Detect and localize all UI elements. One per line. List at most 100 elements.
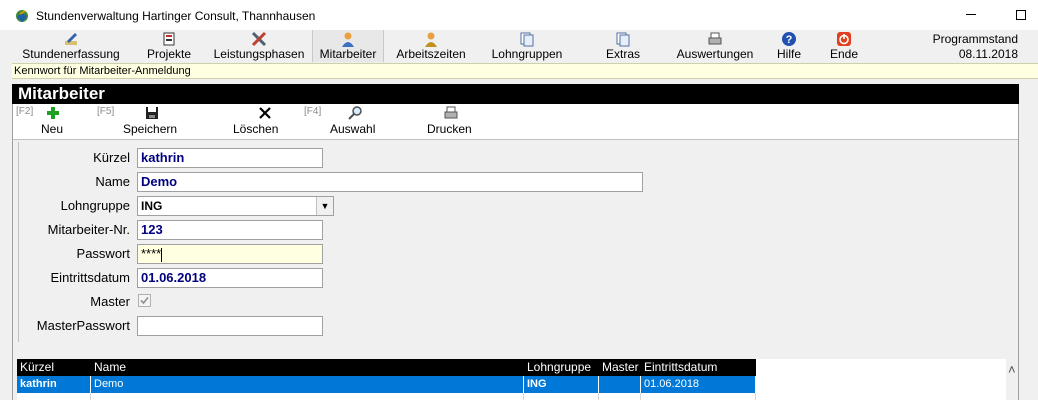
kuerzel-label: Kürzel [93,150,130,165]
kuerzel-field[interactable]: kathrin [137,148,323,168]
toolbar-label: Ende [829,47,859,61]
drucken-button[interactable]: Drucken [413,104,503,140]
toolbar-hilfe-button[interactable]: ? Hilfe [770,30,808,62]
lohngruppe-value: ING [141,199,163,213]
minimize-button[interactable] [966,14,976,15]
loeschen-button[interactable]: Löschen [223,104,303,140]
column-header[interactable]: Master [599,359,641,376]
toolbar-projekte-button[interactable]: Projekte [138,30,200,62]
panel-toolbar: [F2] Neu [F5] Speichern Löschen [F4] Aus… [13,104,1018,140]
table-cell [599,393,641,400]
power-icon [837,32,851,46]
table-cell [17,393,91,400]
projects-icon [163,32,175,46]
panel-title: Mitarbeiter [12,84,1019,104]
person-icon [342,32,354,47]
hint-bar: Kennwort für Mitarbeiter-Anmeldung [12,63,1038,79]
table-cell [91,393,524,400]
documents-icon [616,32,630,47]
help-icon: ? [782,32,796,46]
window-title: Stundenverwaltung Hartinger Consult, Tha… [36,9,316,23]
shortcut-key: [F5] [97,106,115,117]
speichern-label: Speichern [123,122,178,136]
table-cell [599,376,641,393]
neu-label: Neu [41,122,64,136]
toolbar-auswertungen-button[interactable]: Auswertungen [670,30,760,62]
toolbar-label: Arbeitszeiten [396,47,466,61]
x-icon [259,107,271,119]
column-header[interactable]: Lohngruppe [524,359,599,376]
plus-icon [47,107,59,119]
toolbar-mitarbeiter-button[interactable]: Mitarbeiter [312,30,384,62]
table-cell: ING [524,376,599,393]
toolbar-label: Projekte [146,47,192,61]
shortcut-key: [F2] [16,106,34,117]
program-state: Programmstand 08.11.2018 [900,32,1018,62]
checkmark-icon [140,296,149,305]
toolbar-label: Leistungsphasen [213,47,305,61]
title-bar: Stundenverwaltung Hartinger Consult, Tha… [0,0,1038,30]
toolbar-label: Stundenerfassung [22,47,120,61]
toolbar-arbeitszeiten-button[interactable]: Arbeitszeiten [390,30,472,62]
auswahl-button[interactable]: [F4] Auswahl [303,104,403,140]
toolbar-label: Hilfe [776,47,801,61]
toolbar-stundenerfassung-button[interactable]: Stundenerfassung [12,30,130,62]
printer-icon [708,32,722,45]
passwort-label: Passwort [76,246,130,261]
neu-button[interactable]: [F2] Neu [13,104,89,140]
program-state-label: Programmstand [932,32,1018,46]
svg-text:?: ? [786,34,793,46]
magnifier-icon [348,106,362,120]
column-header[interactable]: Eintrittsdatum [641,359,756,376]
passwort-value: **** [141,246,162,261]
pencil-icon [65,33,77,45]
drucken-label: Drucken [427,122,472,136]
text-cursor [161,247,163,262]
auswahl-label: Auswahl [330,122,376,136]
employee-table: Kürzel Name Lohngruppe Master Eintrittsd… [17,359,756,400]
toolbar-leistungsphasen-button[interactable]: Leistungsphasen [206,30,312,62]
speichern-button[interactable]: [F5] Speichern [95,104,195,140]
program-state-date: 08.11.2018 [958,47,1018,61]
master-checkbox[interactable] [138,294,151,307]
toolbar-lohngruppen-button[interactable]: Lohngruppen [484,30,570,62]
floppy-icon [146,107,158,119]
lohngruppe-select[interactable]: ING ▼ [137,196,334,216]
name-field[interactable]: Demo [137,172,643,192]
app-logo-icon [16,10,28,22]
scroll-up-icon[interactable]: ˄ [1008,362,1016,377]
form-divider [18,142,19,342]
passwort-field[interactable]: **** [137,244,323,264]
lohngruppe-label: Lohngruppe [60,198,130,213]
tools-icon [251,31,267,47]
mitarbeiter-nr-field[interactable]: 123 [137,220,323,240]
table-cell [641,393,756,400]
column-header[interactable]: Kürzel [17,359,91,376]
main-toolbar: Stundenerfassung Projekte Leistungsphase… [0,30,1038,62]
person-clock-icon [425,32,437,47]
toolbar-label: Lohngruppen [491,47,563,61]
column-header[interactable]: Name [91,359,524,376]
toolbar-extras-button[interactable]: Extras [594,30,652,62]
printer-icon [444,106,458,119]
master-label: Master [90,294,130,309]
shortcut-key: [F4] [304,106,322,117]
table-cell: 01.06.2018 [641,376,756,393]
toolbar-label: Auswertungen [676,47,754,61]
toolbar-label: Extras [605,47,640,61]
masterpasswort-field[interactable] [137,316,323,336]
maximize-button[interactable] [1016,10,1026,20]
table-cell: kathrin [17,376,91,393]
masterpasswort-label: MasterPasswort [36,318,130,333]
chevron-down-icon[interactable]: ▼ [316,197,333,215]
toolbar-ende-button[interactable]: Ende [822,30,866,62]
eintrittsdatum-field[interactable]: 01.06.2018 [137,268,323,288]
table-cell: Demo [91,376,524,393]
toolbar-label: Mitarbeiter [319,47,377,61]
loeschen-label: Löschen [233,122,279,136]
name-label: Name [95,174,130,189]
documents-icon [520,32,534,47]
eintrittsdatum-label: Eintrittsdatum [50,270,130,285]
table-cell [524,393,599,400]
table-background [756,359,1006,400]
